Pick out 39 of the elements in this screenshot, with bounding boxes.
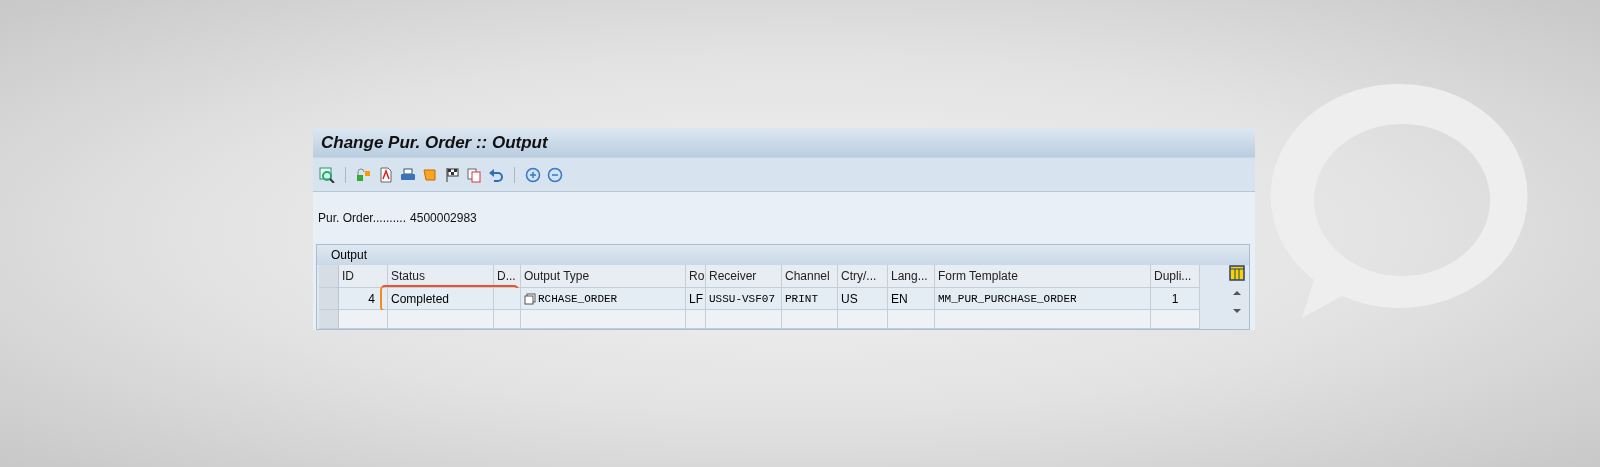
column-header[interactable]: Form Template [935, 265, 1151, 288]
column-header[interactable]: Status [388, 265, 494, 288]
copy-icon[interactable] [524, 292, 536, 305]
table-cell: RCHASE_ORDER [521, 288, 686, 310]
column-header[interactable]: Ro [686, 265, 706, 288]
table-cell: USSU-VSF07 [706, 288, 782, 310]
undo-icon[interactable] [488, 166, 504, 183]
column-header[interactable]: Output Type [521, 265, 686, 288]
column-header[interactable]: Channel [782, 265, 838, 288]
display-magnifier-icon[interactable] [319, 166, 335, 183]
table-cell: MM_PUR_PURCHASE_ORDER [935, 288, 1151, 310]
scroll-icon[interactable] [422, 166, 438, 183]
lock-icon[interactable] [356, 166, 372, 183]
scroll-down-icon[interactable] [1232, 307, 1242, 315]
field-value: 4500002983 [410, 211, 477, 225]
pdf-icon[interactable] [378, 166, 394, 183]
table-cell: EN [888, 288, 935, 310]
table-cell: PRINT [782, 288, 838, 310]
minus-circle-icon[interactable] [547, 166, 563, 183]
header-corner [319, 265, 339, 288]
field-label: Pur. Order.......... [318, 211, 407, 225]
column-header[interactable]: ID [339, 265, 388, 288]
panel-title: Output [331, 248, 368, 262]
table-cell: 1 [1151, 288, 1200, 310]
copy-icon[interactable] [466, 166, 482, 183]
scroll-up-icon[interactable] [1232, 289, 1242, 297]
table-cell: 4 [339, 288, 388, 310]
column-header[interactable]: Ctry/... [838, 265, 888, 288]
table-cell: US [838, 288, 888, 310]
print-icon[interactable] [400, 166, 416, 183]
column-header[interactable]: Lang... [888, 265, 935, 288]
plus-circle-icon[interactable] [525, 166, 541, 183]
checkered-flag-icon[interactable] [444, 166, 460, 183]
column-header[interactable]: Dupli... [1151, 265, 1200, 288]
column-settings-icon[interactable] [1229, 265, 1245, 281]
table-cell: LF [686, 288, 706, 310]
window-title: Change Pur. Order :: Output [321, 132, 548, 153]
column-header[interactable]: D... [494, 265, 521, 288]
column-header[interactable]: Receiver [706, 265, 782, 288]
